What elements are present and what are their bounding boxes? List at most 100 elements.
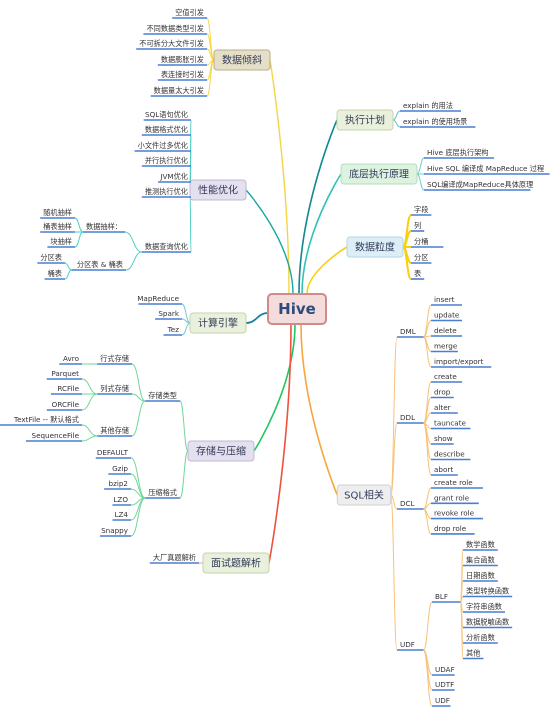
topic-engine-label[interactable]: 计算引擎 (198, 317, 238, 330)
leaf-exec-plan[interactable]: explain 的用法 (403, 101, 453, 110)
leaf-builtin-function[interactable]: 数学函数 (466, 540, 495, 549)
leaf-sql-statement[interactable]: grant role (434, 493, 470, 502)
leaf-storage-category[interactable]: 列式存储 (100, 384, 129, 393)
leaf-sql-category[interactable]: DCL (400, 499, 415, 508)
leaf-data-skew[interactable]: 不同数据类型引发 (146, 24, 204, 33)
leaf-sql-statement[interactable]: tauncate (434, 419, 467, 428)
leaf-builtin-function[interactable]: 其他 (466, 649, 480, 658)
leaf-granularity[interactable]: 分区 (414, 253, 428, 262)
leaf-granularity[interactable]: 字段 (414, 205, 428, 214)
leaf-performance[interactable]: JVM优化 (159, 172, 188, 181)
topic-data-skew-label[interactable]: 数据倾斜 (222, 54, 262, 67)
leaf-query-optimization[interactable]: 数据查询优化 (145, 242, 188, 251)
leaf-sql-statement[interactable]: drop role (434, 524, 467, 533)
leaf-builtin-function[interactable]: 类型转换函数 (466, 587, 509, 596)
leaf-storage-type[interactable]: 存储类型 (148, 391, 177, 400)
leaf-exec-principle[interactable]: Hive SQL 编译成 MapReduce 过程 (427, 164, 544, 173)
leaf-sql-statement[interactable]: describe (434, 450, 465, 459)
leaf-compression-format[interactable]: DEFAULT (97, 448, 129, 457)
leaf-granularity[interactable]: 列 (414, 221, 421, 230)
connector (81, 378, 98, 395)
leaf-sql-statement[interactable]: insert (434, 295, 455, 304)
leaf-storage-format[interactable]: ORCFile (52, 400, 80, 409)
topic-exec-plan-label[interactable]: 执行计划 (345, 114, 385, 127)
leaf-storage-format[interactable]: Parquet (51, 369, 79, 378)
leaf-sql-category[interactable]: DML (400, 327, 416, 336)
leaf-compression-format[interactable]: Gzip (112, 464, 128, 473)
leaf-sql-statement[interactable]: drop (434, 388, 451, 397)
leaf-builtin-function[interactable]: 集合函数 (466, 556, 495, 565)
leaf-builtin-function[interactable]: 字符串函数 (466, 602, 502, 611)
leaf-engine[interactable]: MapReduce (137, 294, 179, 303)
leaf-performance[interactable]: 小文件过多优化 (138, 141, 188, 150)
leaf-sql-statement[interactable]: abort (434, 465, 453, 474)
leaf-builtin-function[interactable]: 数据脱敏函数 (466, 618, 509, 627)
topic-sql-label[interactable]: SQL相关 (344, 489, 384, 502)
leaf-data-skew[interactable]: 空值引发 (175, 8, 204, 17)
leaf-exec-principle[interactable]: SQL编译成MapReduce具体原理 (427, 180, 533, 189)
leaf-compression-format[interactable]: bzip2 (109, 479, 128, 488)
topic-granularity-label[interactable]: 数据粒度 (355, 241, 395, 254)
leaf-sql-statement[interactable]: delete (434, 326, 457, 335)
leaf-builtin-function[interactable]: 分析函数 (466, 633, 495, 642)
leaf-sql-statement[interactable]: revoke role (434, 509, 475, 518)
connector (416, 173, 425, 191)
leaf-data-skew[interactable]: 表连接时引发 (161, 70, 204, 79)
leaf-builtin-function[interactable]: 日期函数 (466, 571, 495, 580)
leaf-sql-statement[interactable]: merge (434, 342, 458, 351)
leaf-udf-type[interactable]: UDAF (435, 665, 455, 674)
leaf-sampling-method[interactable]: 随机抽样 (43, 208, 72, 217)
leaf-sql-statement[interactable]: import/export (434, 357, 484, 366)
leaf-performance[interactable]: 推测执行优化 (145, 187, 188, 196)
leaf-compression-format[interactable]: LZ4 (114, 510, 128, 519)
leaf-interview[interactable]: 大厂真题解析 (153, 553, 196, 562)
leaf-sampling-method[interactable]: 桶表抽样 (43, 222, 72, 231)
leaf-compression-format[interactable]: Snappy (101, 526, 129, 535)
topic-interview-label[interactable]: 面试题解析 (211, 557, 261, 570)
leaf-storage-category[interactable]: 行式存储 (100, 354, 129, 363)
leaf-engine[interactable]: Tez (167, 325, 180, 334)
leaf-granularity[interactable]: 分桶 (414, 237, 428, 246)
topic-performance-label[interactable]: 性能优化 (198, 184, 238, 197)
leaf-sql-category[interactable]: DDL (400, 413, 415, 422)
leaf-compression-format[interactable]: LZO (113, 495, 128, 504)
leaf-sql-category[interactable]: UDF (400, 640, 415, 649)
leaf-sql-statement[interactable]: create (434, 372, 457, 381)
leaf-data-skew[interactable]: 数据量太大引发 (154, 86, 204, 95)
leaf-partition-bucket[interactable]: 分区表 & 桶表 (77, 260, 123, 269)
leaf-sql-statement[interactable]: create role (434, 478, 473, 487)
leaf-storage-format[interactable]: SequenceFile (32, 431, 80, 440)
leaf-udf-type[interactable]: UDTF (435, 680, 454, 689)
leaf-performance[interactable]: 并行执行优化 (145, 156, 188, 165)
leaf-storage-format[interactable]: Avro (63, 354, 79, 363)
leaf-storage-category[interactable]: 其他存储 (100, 426, 129, 435)
leaf-storage-format[interactable]: TextFile -- 默认格式 (13, 415, 79, 424)
leaf-sql-statement[interactable]: alter (434, 403, 451, 412)
root-label[interactable]: Hive (278, 300, 316, 318)
topic-exec-principle-label[interactable]: 底层执行原理 (349, 168, 409, 181)
leaf-sql-statement[interactable]: update (434, 311, 460, 320)
connector (81, 424, 98, 437)
leaf-sampling-method[interactable]: 块抽样 (50, 237, 72, 246)
connector (245, 312, 269, 324)
leaf-granularity[interactable]: 表 (414, 269, 421, 278)
connector (179, 450, 189, 499)
connector (301, 173, 342, 295)
leaf-data-skew[interactable]: 不可拆分大文件引发 (139, 39, 204, 48)
leaf-performance[interactable]: SQL语句优化 (145, 110, 188, 119)
leaf-exec-principle[interactable]: Hive 底层执行架构 (427, 148, 489, 157)
leaf-compression[interactable]: 压缩格式 (148, 488, 177, 497)
leaf-data-skew[interactable]: 数据膨胀引发 (161, 55, 204, 64)
leaf-blf[interactable]: BLF (435, 592, 448, 601)
leaf-exec-plan[interactable]: explain 的使用场景 (403, 117, 467, 126)
leaf-udf-type[interactable]: UDF (435, 696, 450, 705)
leaf-engine[interactable]: Spark (158, 309, 179, 318)
leaf-table-type[interactable]: 桶表 (48, 269, 62, 278)
leaf-table-type[interactable]: 分区表 (40, 253, 62, 262)
leaf-storage-format[interactable]: RCFile (57, 384, 79, 393)
leaf-sampling[interactable]: 数据抽样： (86, 222, 122, 231)
topic-storage-label[interactable]: 存储与压缩 (196, 445, 246, 458)
leaf-sql-statement[interactable]: show (434, 434, 453, 443)
leaf-performance[interactable]: 数据格式优化 (145, 125, 188, 134)
connector (416, 157, 425, 175)
